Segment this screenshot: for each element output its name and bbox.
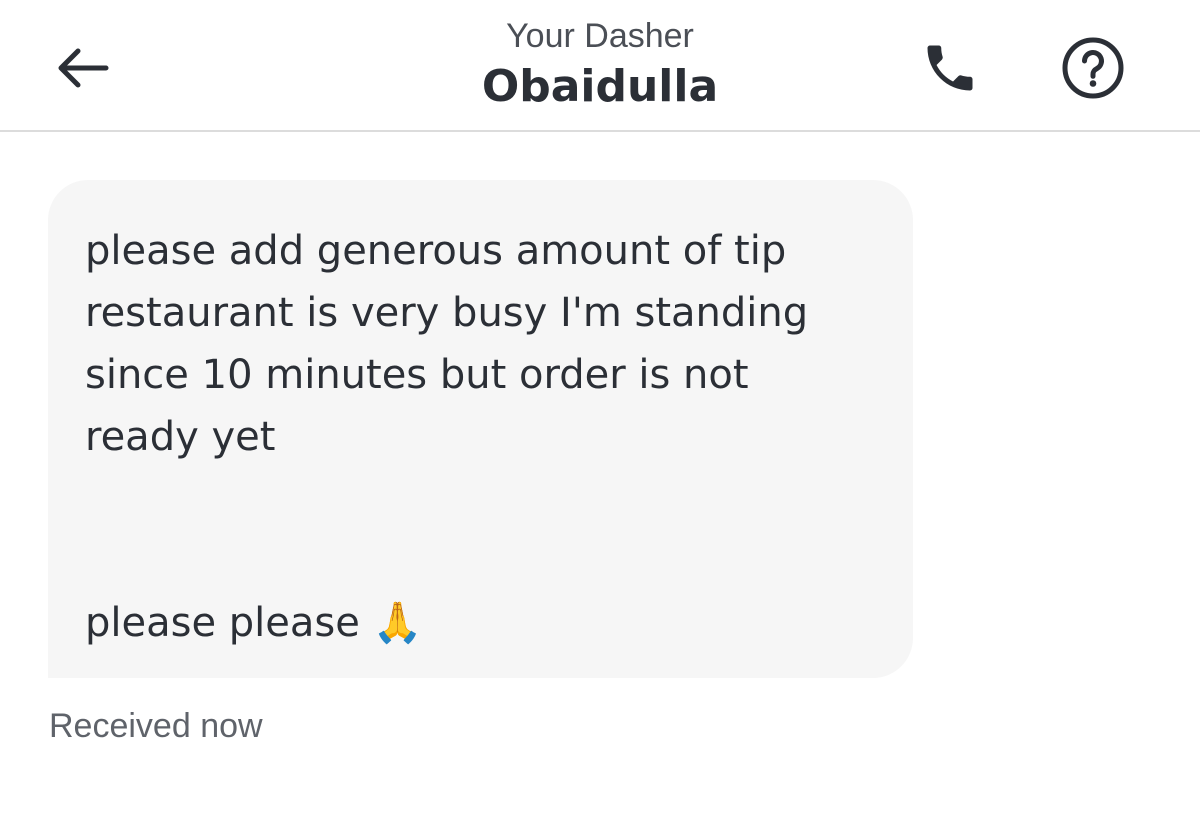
- message-text: please add generous amount of tip restau…: [85, 228, 809, 646]
- header-subtitle: Your Dasher: [506, 17, 694, 55]
- chat-title-block: Your Dasher Obaidulla: [300, 14, 900, 116]
- phone-icon: [927, 45, 973, 91]
- chat-header: Your Dasher Obaidulla: [0, 0, 1200, 132]
- back-button[interactable]: [52, 38, 112, 98]
- call-button[interactable]: [918, 36, 982, 100]
- message-status: Received now: [49, 707, 263, 745]
- help-button[interactable]: [1058, 36, 1128, 100]
- dasher-name: Obaidulla: [481, 61, 719, 112]
- question-circle-icon: [1062, 37, 1124, 99]
- arrow-left-icon: [58, 48, 109, 88]
- message-bubble: please add generous amount of tip restau…: [48, 180, 913, 678]
